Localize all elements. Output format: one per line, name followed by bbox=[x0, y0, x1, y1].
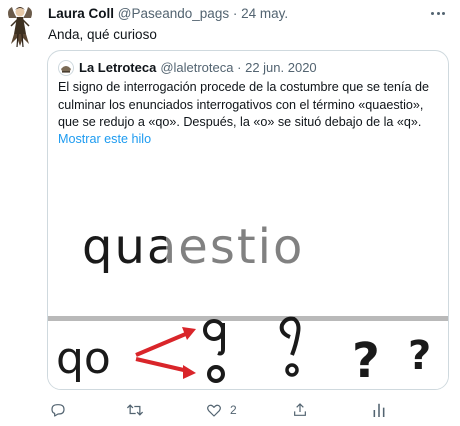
share-button[interactable] bbox=[292, 400, 308, 420]
q-over-o bbox=[203, 319, 225, 383]
retweet-icon bbox=[126, 404, 144, 416]
reply-icon bbox=[51, 404, 65, 417]
quoted-text: El signo de interrogación procede de la … bbox=[58, 80, 430, 129]
action-bar: 2 bbox=[48, 400, 448, 420]
quoted-tweet[interactable]: La Letroteca @laletroteca · 22 jun. 2020… bbox=[47, 50, 449, 390]
quoted-image[interactable]: quaestio qo ? ? bbox=[48, 199, 448, 389]
like-button[interactable]: 2 bbox=[206, 400, 237, 420]
share-icon bbox=[294, 403, 306, 416]
analytics-icon bbox=[373, 403, 385, 417]
quoted-date: 22 jun. 2020 bbox=[245, 60, 317, 75]
separator-dot: · bbox=[232, 6, 238, 21]
tweet-header: Laura Coll @Paseando_pags · 24 may. bbox=[48, 5, 288, 23]
show-thread-link[interactable]: Mostrar este hilo bbox=[58, 132, 151, 146]
quoted-author-name: La Letroteca bbox=[79, 60, 157, 75]
retweet-button[interactable] bbox=[126, 400, 144, 420]
question-mark-1: ? bbox=[352, 333, 380, 389]
author-name[interactable]: Laura Coll bbox=[48, 6, 114, 21]
reply-button[interactable] bbox=[50, 400, 66, 420]
analytics-button[interactable] bbox=[372, 400, 386, 420]
author-avatar[interactable] bbox=[6, 4, 34, 48]
tweet: Laura Coll @Paseando_pags · 24 may. Anda… bbox=[0, 0, 460, 426]
question-mark-2: ? bbox=[408, 333, 431, 379]
quoted-header: La Letroteca @laletroteca · 22 jun. 2020 bbox=[58, 59, 317, 76]
heart-icon bbox=[207, 404, 221, 417]
image-abbrev-qo: qo bbox=[56, 333, 111, 384]
more-options-icon[interactable] bbox=[428, 6, 448, 20]
author-handle[interactable]: @Paseando_pags bbox=[118, 6, 229, 21]
tweet-date[interactable]: 24 may. bbox=[241, 6, 288, 21]
quoted-avatar bbox=[58, 59, 74, 76]
red-arrows bbox=[135, 331, 189, 373]
quoted-author-handle: @laletroteca bbox=[160, 60, 234, 75]
transitional-glyph bbox=[279, 316, 301, 377]
tweet-text: Anda, qué curioso bbox=[48, 27, 157, 42]
like-count: 2 bbox=[230, 403, 237, 417]
quoted-separator-dot: · bbox=[237, 60, 242, 75]
